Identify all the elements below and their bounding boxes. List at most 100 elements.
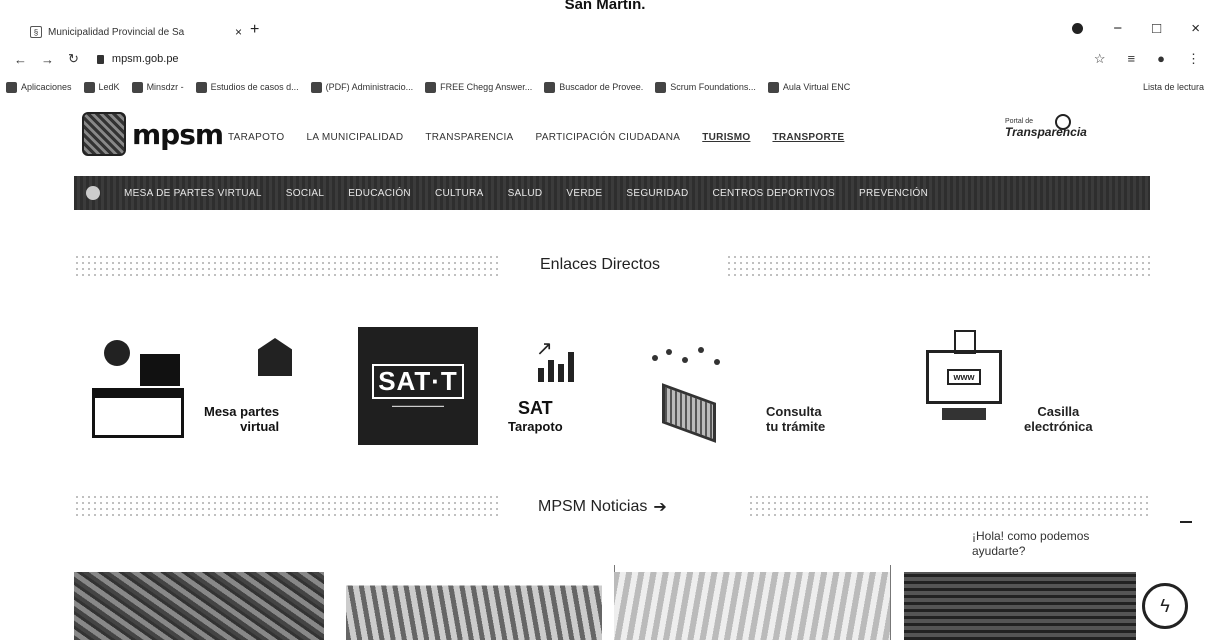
bookmark-item[interactable]: Scrum Foundations... [655, 81, 756, 93]
news-thumbnail[interactable] [614, 572, 890, 640]
subnav-cultura[interactable]: CULTURA [435, 188, 484, 199]
nav-municipalidad[interactable]: LA MUNICIPALIDAD [306, 132, 403, 143]
news-section-title[interactable]: MPSM Noticias ➔ [538, 497, 667, 517]
nav-turismo[interactable]: TURISMO [702, 132, 750, 143]
star-icon[interactable]: ☆ [1094, 51, 1106, 67]
tab-close-icon[interactable]: × [235, 25, 242, 39]
sat-t-logo-text: SAT·T [372, 364, 464, 399]
nav-transparencia[interactable]: TRANSPARENCIA [425, 132, 513, 143]
mesa-partes-link[interactable]: Mesa partes virtual [204, 404, 279, 434]
decorative-dots-left-news [74, 494, 500, 516]
messenger-icon: ϟ [1160, 595, 1170, 616]
url-text: mpsm.gob.pe [111, 53, 179, 65]
monitor-shape [140, 354, 180, 386]
bookmark-favicon-icon [195, 81, 207, 93]
toolbar-icons: ☆ ≡ ● ⋮ [1094, 51, 1200, 67]
person-head-shape [104, 340, 130, 366]
bookmark-item[interactable]: FREE Chegg Answer... [425, 81, 532, 93]
profile-icon[interactable] [1072, 23, 1084, 34]
subnav-seguridad[interactable]: SEGURIDAD [626, 188, 688, 199]
bookmark-item[interactable]: Buscador de Provee. [544, 81, 643, 93]
subnav-deportivos[interactable]: CENTROS DEPORTIVOS [713, 188, 835, 199]
messenger-chat-button[interactable]: ϟ [1142, 583, 1188, 629]
magnifier-icon [1055, 114, 1071, 130]
bookmark-item[interactable]: LedK [83, 81, 120, 93]
tramite-line2: tu trámite [766, 419, 826, 434]
person-at-desk-illustration[interactable] [92, 340, 192, 440]
trend-arrow-icon: ↗ [536, 338, 553, 360]
subnav-verde[interactable]: VERDE [566, 188, 602, 199]
computer-www-icon[interactable]: www [922, 330, 1006, 430]
consulta-tramite-link[interactable]: Consulta tu trámite [766, 404, 825, 434]
casilla-line1: Casilla [1037, 404, 1080, 419]
arrow-right-icon: ➔ [653, 499, 667, 516]
brand-name: mpsm [132, 117, 224, 151]
bar-chart-icon[interactable]: ↗ [536, 336, 578, 382]
url-field[interactable]: mpsm.gob.pe [96, 53, 179, 65]
lock-icon [96, 54, 104, 64]
bookmark-item[interactable]: Aula Virtual ENC [767, 81, 850, 93]
subnav-social[interactable]: SOCIAL [286, 188, 324, 199]
screen-shape: www [926, 350, 1002, 404]
divider [890, 565, 891, 640]
reading-list-button[interactable]: Lista de lectura [1138, 82, 1204, 92]
bookmark-apps[interactable]: Aplicaciones [6, 81, 72, 93]
nav-participacion[interactable]: PARTICIPACIÓN CIUDADANA [536, 132, 681, 143]
nav-transporte[interactable]: TRANSPORTE [772, 132, 844, 143]
news-thumbnail[interactable] [346, 572, 602, 640]
reload-icon[interactable]: ↻ [68, 51, 79, 67]
envelope-icon[interactable] [258, 338, 292, 376]
bookmark-item[interactable]: Estudios de casos d... [195, 81, 299, 93]
caption-text: San Martin. [564, 0, 646, 13]
new-tab-button[interactable]: + [250, 21, 259, 39]
site-header: mpsm TARAPOTO LA MUNICIPALIDAD TRANSPARE… [0, 104, 1210, 166]
subnav-educacion[interactable]: EDUCACIÓN [348, 188, 411, 199]
sat-t-logo-button[interactable]: SAT·T ▬▬▬▬▬▬▬▬▬▬▬▬▬ [358, 327, 478, 445]
maximize-button[interactable]: □ [1152, 20, 1161, 37]
window-controls: − □ × [1072, 20, 1200, 37]
scroll-indicator [1180, 521, 1192, 523]
bookmark-favicon-icon [131, 81, 143, 93]
casilla-line2: electrónica [1024, 419, 1093, 434]
bookmark-favicon-icon [83, 81, 95, 93]
tab-title: Municipalidad Provincial de Sa [48, 26, 185, 38]
subnav-prevencion[interactable]: PREVENCIÓN [859, 188, 928, 199]
back-icon[interactable]: ← [14, 52, 27, 67]
chat-greeting: ¡Hola! como podemos ayudarte? [972, 529, 1090, 558]
subnav-salud[interactable]: SALUD [508, 188, 543, 199]
close-window-button[interactable]: × [1191, 20, 1200, 37]
news-thumbnail[interactable] [74, 572, 324, 640]
keyboard-shape [942, 408, 986, 420]
links-section-title: Enlaces Directos [540, 256, 661, 273]
apps-grid-icon [6, 81, 17, 93]
subnav-mesa[interactable]: MESA DE PARTES VIRTUAL [124, 188, 262, 199]
bookmark-item[interactable]: (PDF) Administracio... [310, 81, 413, 93]
desk-shape [92, 388, 184, 438]
bookmarks-bar: Aplicaciones LedK Minsdzr - Estudios de … [0, 76, 1210, 98]
main-nav: TARAPOTO LA MUNICIPALIDAD TRANSPARENCIA … [228, 132, 844, 143]
tramite-illustration[interactable] [648, 345, 736, 445]
sat-t-tagline: ▬▬▬▬▬▬▬▬▬▬▬▬▬ [392, 403, 444, 408]
hand-icon [86, 186, 100, 200]
casilla-electronica-link[interactable]: Casilla electrónica [1024, 404, 1093, 434]
bookmark-favicon-icon [767, 81, 779, 93]
transparency-portal-link[interactable]: Portal de Transparencia [1005, 114, 1125, 158]
bookmark-item[interactable]: Minsdzr - [131, 81, 184, 93]
menu-icon[interactable]: ⋮ [1187, 51, 1200, 67]
news-thumbnail[interactable] [904, 572, 1136, 640]
forward-icon[interactable]: → [41, 52, 54, 67]
extension-icon[interactable]: ● [1157, 51, 1165, 67]
site-logo[interactable]: mpsm [82, 112, 224, 156]
news-title-text: MPSM Noticias [538, 498, 648, 515]
sat-line2: Tarapoto [508, 419, 563, 434]
sub-nav-bar: MESA DE PARTES VIRTUAL SOCIAL EDUCACIÓN … [74, 176, 1150, 210]
nav-tarapoto[interactable]: TARAPOTO [228, 132, 284, 143]
browser-tab-bar: § Municipalidad Provincial de Sa × + − □… [0, 18, 1210, 44]
reading-mode-icon[interactable]: ≡ [1128, 51, 1136, 67]
bookmark-favicon-icon [310, 81, 322, 93]
browser-tab[interactable]: § Municipalidad Provincial de Sa × [30, 21, 242, 43]
minimize-button[interactable]: − [1113, 20, 1122, 37]
www-label: www [947, 369, 981, 385]
sat-tarapoto-link[interactable]: SAT Tarapoto [508, 398, 563, 434]
mesa-line1: Mesa partes [204, 404, 280, 419]
